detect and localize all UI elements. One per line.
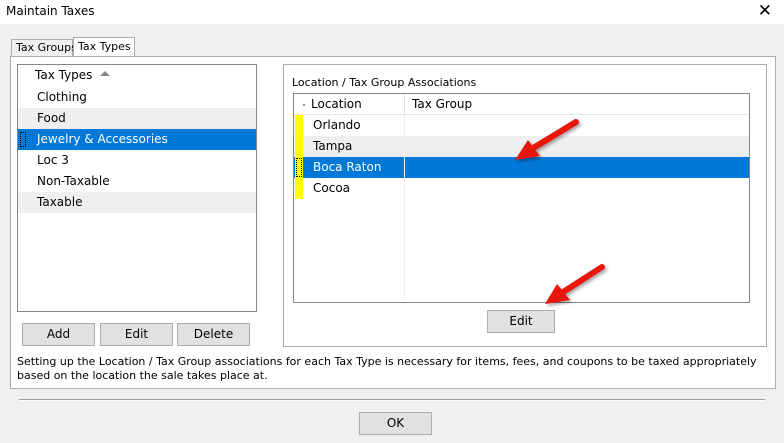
footer-divider xyxy=(19,399,765,401)
tax-types-list[interactable]: Tax Types Clothing Food Jewelry & Access… xyxy=(17,64,257,312)
list-item-label: Jewelry & Accessories xyxy=(37,132,168,146)
column-header-location[interactable]: Location xyxy=(311,97,362,111)
list-item-label: Taxable xyxy=(37,195,83,209)
table-row[interactable]: Cocoa xyxy=(294,178,749,199)
tab-tax-types[interactable]: Tax Types xyxy=(73,37,135,57)
row-indicator xyxy=(295,136,303,157)
row-indicator xyxy=(295,157,303,178)
list-item[interactable]: Clothing xyxy=(18,87,256,108)
edit-tax-type-button[interactable]: Edit xyxy=(100,323,173,346)
add-button[interactable]: Add xyxy=(22,323,95,346)
location-cell: Tampa xyxy=(313,139,353,153)
list-item[interactable]: Food xyxy=(18,108,256,129)
location-cell: Boca Raton xyxy=(313,160,382,174)
column-gridline xyxy=(404,115,405,302)
row-indicator xyxy=(295,115,303,136)
column-header-tax-group[interactable]: Tax Group xyxy=(412,97,472,111)
list-item[interactable]: Loc 3 xyxy=(18,150,256,171)
row-selector-icon xyxy=(303,104,305,106)
list-item[interactable]: Taxable xyxy=(18,192,256,213)
focus-marker-icon xyxy=(20,132,26,147)
column-separator[interactable] xyxy=(404,94,405,115)
tab-tax-groups[interactable]: Tax Groups xyxy=(11,39,77,57)
tax-types-header-label: Tax Types xyxy=(35,68,93,82)
table-row[interactable]: Orlando xyxy=(294,115,749,136)
associations-grid[interactable]: Location Tax Group Orlando Tampa Boca Ra… xyxy=(293,93,750,303)
ok-button[interactable]: OK xyxy=(359,412,432,435)
list-item[interactable]: Non-Taxable xyxy=(18,171,256,192)
grid-header: Location Tax Group xyxy=(294,94,749,115)
sort-ascending-icon xyxy=(100,71,110,76)
list-item-label: Clothing xyxy=(37,90,87,104)
location-cell: Orlando xyxy=(313,118,361,132)
table-row[interactable]: Tampa xyxy=(294,136,749,157)
delete-button[interactable]: Delete xyxy=(177,323,250,346)
table-row-selected[interactable]: Boca Raton xyxy=(294,157,749,178)
close-icon[interactable]: ✕ xyxy=(758,1,772,21)
list-item-label: Food xyxy=(37,111,66,125)
help-note: Setting up the Location / Tax Group asso… xyxy=(17,355,757,382)
list-item-selected[interactable]: Jewelry & Accessories xyxy=(18,129,256,150)
row-indicator xyxy=(295,178,303,199)
title-bar: Maintain Taxes ✕ xyxy=(0,0,784,24)
list-item-label: Loc 3 xyxy=(37,153,69,167)
tax-types-header[interactable]: Tax Types xyxy=(18,65,256,87)
edit-association-button[interactable]: Edit xyxy=(487,310,555,333)
window-title: Maintain Taxes xyxy=(6,4,95,18)
associations-group-label: Location / Tax Group Associations xyxy=(292,76,477,89)
list-item-label: Non-Taxable xyxy=(37,174,110,188)
location-cell: Cocoa xyxy=(313,181,351,195)
